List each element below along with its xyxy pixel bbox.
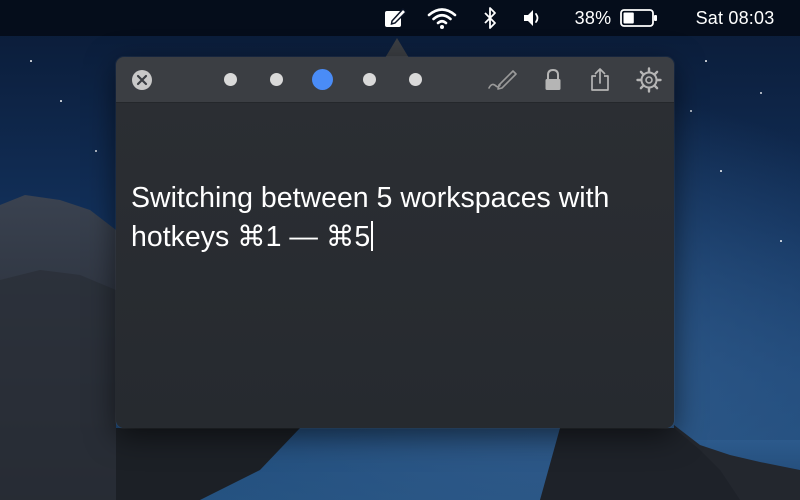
menu-bar: 38% Sat 08:03 bbox=[0, 0, 800, 36]
lock-button[interactable] bbox=[540, 57, 566, 102]
close-button[interactable] bbox=[128, 57, 156, 102]
battery-percent: 38% bbox=[574, 7, 612, 28]
pen-icon bbox=[488, 69, 517, 90]
settings-button[interactable] bbox=[634, 57, 664, 102]
menu-clock[interactable]: Sat 08:03 bbox=[680, 0, 790, 36]
wifi-icon[interactable] bbox=[425, 0, 459, 36]
battery-icon[interactable] bbox=[618, 0, 660, 36]
note-editor[interactable]: Switching between 5 workspaces with hotk… bbox=[116, 103, 674, 428]
share-icon bbox=[591, 67, 609, 91]
close-circle-icon bbox=[132, 69, 152, 90]
pen-button[interactable] bbox=[484, 57, 520, 102]
note-text: Switching between 5 workspaces with hotk… bbox=[131, 182, 618, 253]
notes-popover: Switching between 5 workspaces with hotk… bbox=[116, 57, 674, 428]
note-text-area[interactable]: Switching between 5 workspaces with hotk… bbox=[131, 179, 666, 257]
workspace-dot-1[interactable] bbox=[224, 73, 237, 86]
lock-icon bbox=[545, 68, 561, 90]
volume-icon[interactable] bbox=[520, 0, 548, 36]
workspace-dot-4[interactable] bbox=[363, 73, 376, 86]
workspace-dot-5[interactable] bbox=[409, 73, 422, 86]
share-button[interactable] bbox=[586, 57, 614, 102]
popover-toolbar bbox=[116, 57, 674, 103]
bluetooth-icon[interactable] bbox=[478, 0, 502, 36]
workspace-dot-3[interactable] bbox=[312, 69, 333, 90]
popover-arrow bbox=[385, 38, 409, 58]
notes-menu-icon[interactable] bbox=[379, 0, 411, 36]
text-caret bbox=[371, 221, 373, 251]
gear-icon bbox=[636, 66, 662, 93]
workspace-dot-2[interactable] bbox=[270, 73, 283, 86]
